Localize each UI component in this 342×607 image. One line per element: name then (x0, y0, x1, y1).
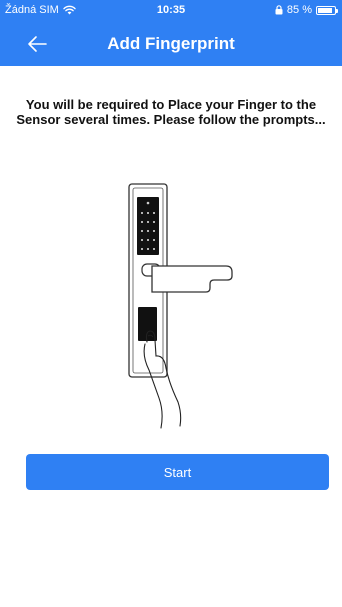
start-button[interactable]: Start (26, 454, 329, 490)
status-right: 85 % (275, 4, 338, 16)
battery-level (318, 7, 332, 13)
battery-percent: 85 % (286, 4, 312, 16)
door-handle (151, 265, 233, 293)
page-title: Add Fingerprint (107, 34, 235, 53)
nav-bar: Add Fingerprint (0, 22, 342, 66)
status-bar: Žádná SIM 10:35 85 % (0, 0, 342, 22)
app-header: Žádná SIM 10:35 85 % Add Fingerprint (0, 0, 342, 66)
keypad-indicator (146, 201, 150, 205)
instructions-text: You will be required to Place your Finge… (16, 97, 326, 127)
keypad-panel (137, 197, 159, 255)
lock-icon (275, 5, 283, 15)
door-lock-fingerprint-illustration (128, 183, 233, 429)
battery-icon (316, 5, 338, 15)
